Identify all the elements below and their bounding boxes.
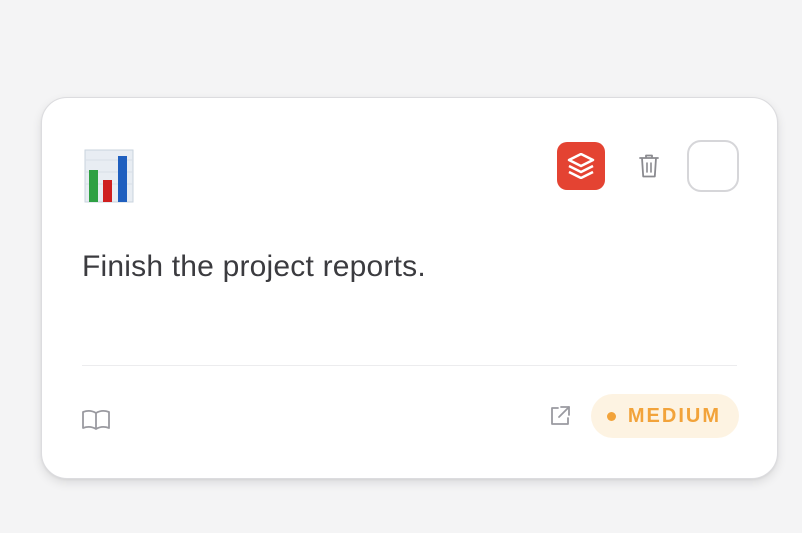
priority-dot [606, 411, 616, 421]
task-card: Finish the project reports. MEDIUM [41, 97, 778, 479]
card-top-actions [557, 140, 739, 192]
bar-chart-icon [84, 146, 136, 204]
external-link-icon[interactable] [543, 399, 577, 433]
priority-label: MEDIUM [627, 404, 721, 427]
complete-checkbox[interactable] [687, 140, 739, 192]
priority-badge: MEDIUM [590, 394, 739, 438]
card-bottom-actions: MEDIUM [543, 394, 739, 438]
book-icon[interactable] [80, 407, 112, 433]
page: Finish the project reports. MEDIUM [0, 0, 802, 533]
todoist-icon[interactable] [557, 142, 605, 190]
trash-icon[interactable] [631, 148, 667, 184]
divider [82, 365, 737, 366]
task-text: Finish the project reports. [82, 250, 426, 283]
